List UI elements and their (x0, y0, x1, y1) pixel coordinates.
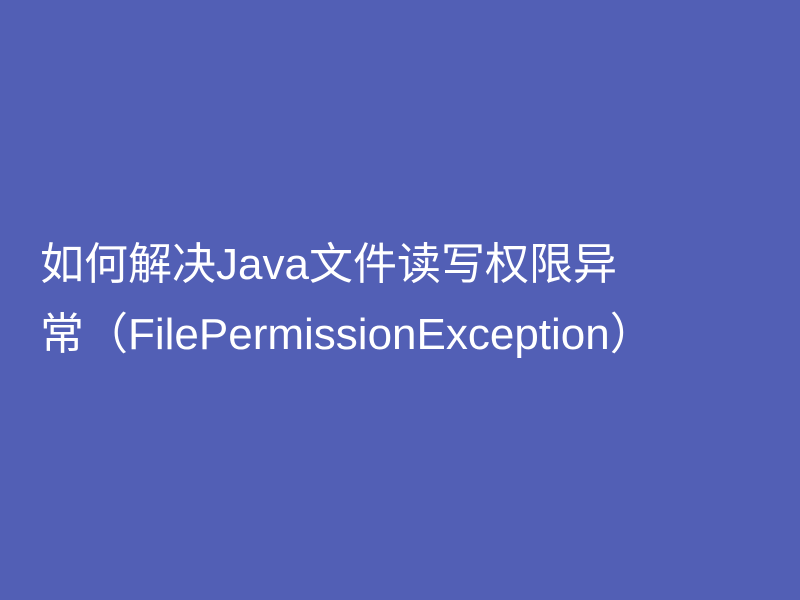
page-heading: 如何解决Java文件读写权限异常（FilePermissionException… (40, 230, 660, 371)
